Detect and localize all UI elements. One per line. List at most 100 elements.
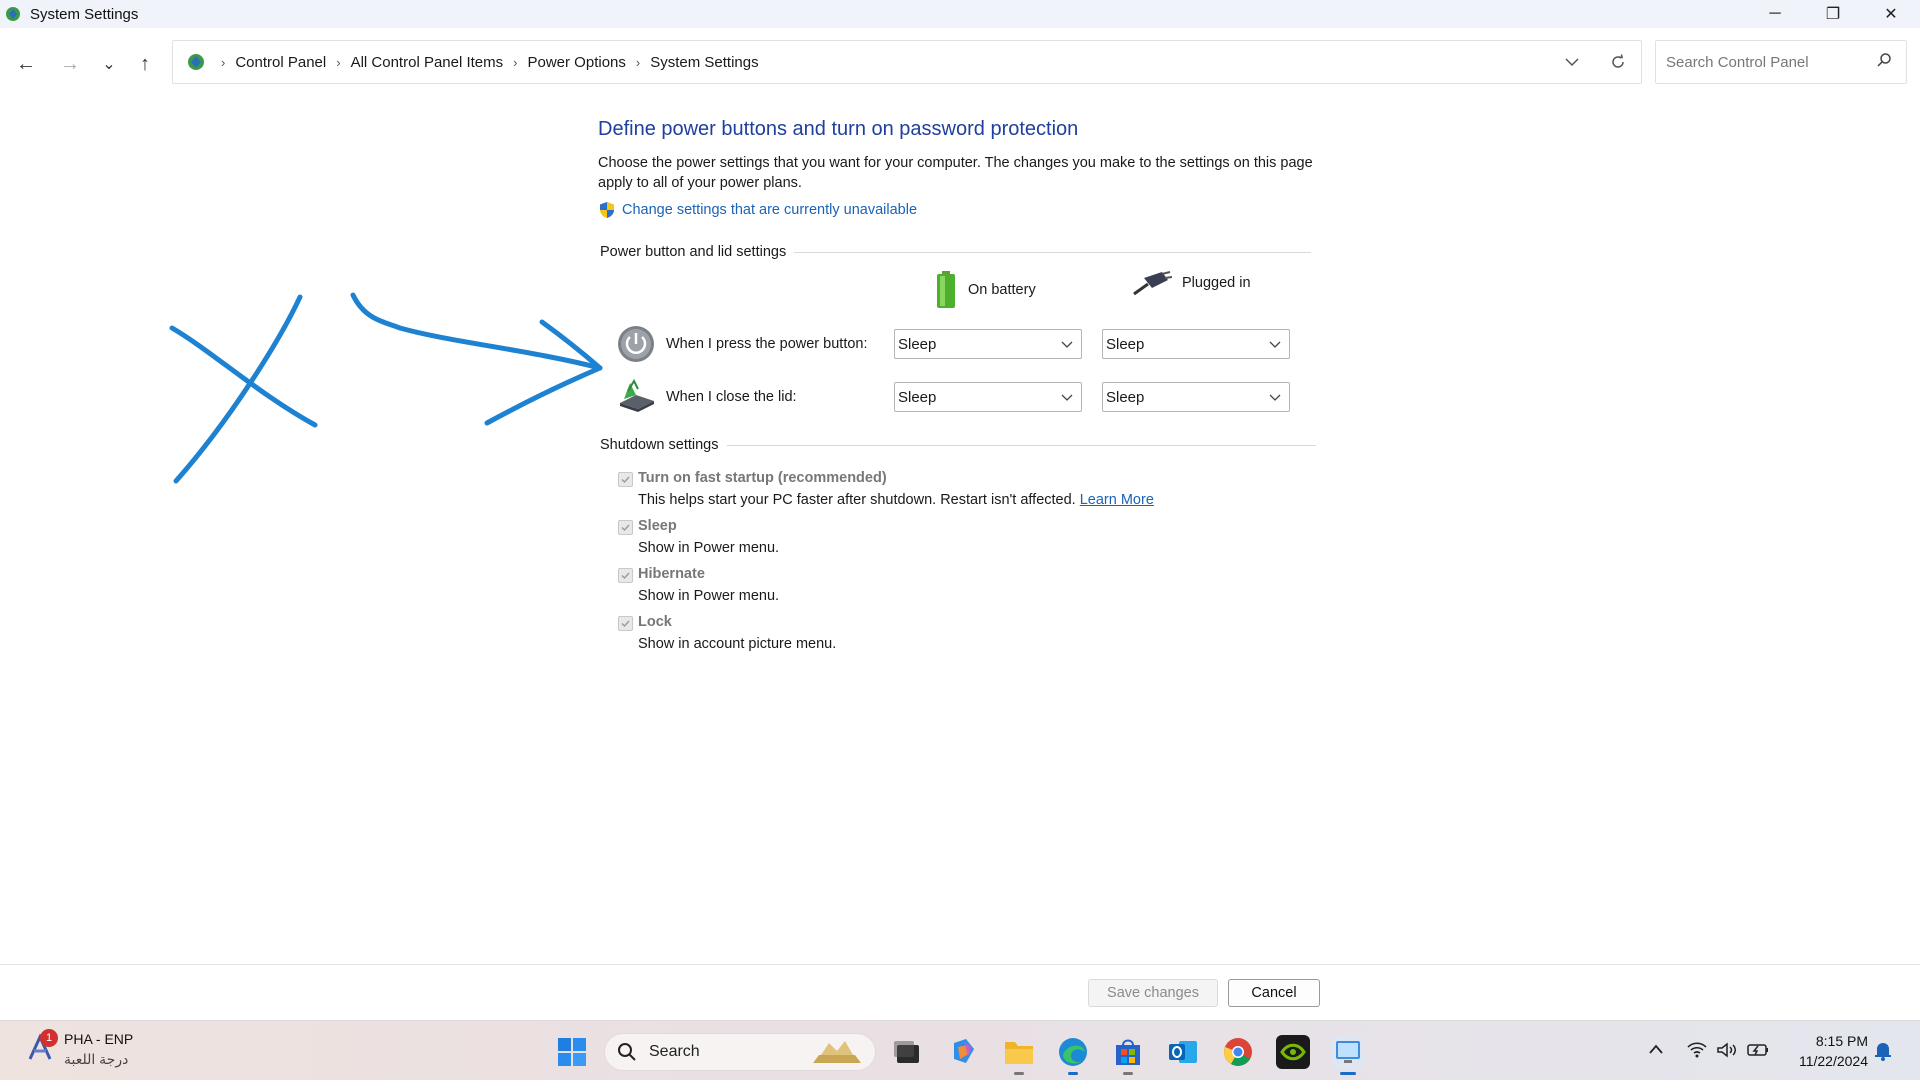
battery-charging-icon[interactable] — [1746, 1041, 1770, 1059]
lock-checkbox[interactable] — [618, 616, 633, 631]
hibernate-checkbox[interactable] — [618, 568, 633, 583]
arrow-shaft — [350, 292, 603, 371]
refresh-button[interactable] — [1595, 41, 1641, 83]
edge-browser-icon — [1059, 1038, 1087, 1066]
power-button-row: When I press the power button: — [616, 324, 896, 364]
lock-desc: Show in account picture menu. — [638, 636, 837, 652]
notification-bell-icon[interactable] — [1874, 1041, 1892, 1061]
breadcrumb-power-options[interactable]: Power Options — [528, 54, 626, 71]
start-button[interactable] — [555, 1035, 589, 1069]
select-value: Sleep — [898, 335, 937, 353]
edge-app[interactable] — [1056, 1035, 1090, 1075]
refresh-icon — [1612, 54, 1624, 68]
window-title: System Settings — [30, 5, 139, 23]
chevron-down-icon — [1061, 341, 1073, 348]
uac-shield-icon — [600, 202, 614, 218]
address-bar[interactable]: › Control Panel › All Control Panel Item… — [172, 40, 1642, 84]
control-panel-app[interactable] — [1331, 1035, 1365, 1075]
navigation-bar: ← → ⌄ ↑ › Control Panel › All Control Pa… — [0, 28, 1920, 94]
shutdown-section-header: Shutdown settings — [600, 437, 1316, 453]
hibernate-title: Hibernate — [638, 566, 705, 582]
col-battery-label: On battery — [968, 282, 1036, 298]
outlook-app[interactable] — [1166, 1035, 1200, 1069]
lid-row: When I close the lid: — [616, 377, 896, 417]
power-section-title: Power button and lid settings — [600, 244, 787, 260]
arrow-head — [484, 319, 603, 426]
lid-plugged-select[interactable]: Sleep — [1102, 382, 1290, 412]
task-view-button[interactable] — [890, 1035, 924, 1069]
show-hidden-icons-icon[interactable] — [1648, 1043, 1664, 1055]
taskbar: 1 PHA - ENP درجة اللعبة Search 8:15 PM 1… — [0, 1020, 1920, 1080]
weather-widget[interactable]: 1 PHA - ENP درجة اللعبة — [26, 1029, 133, 1069]
sleep-title: Sleep — [638, 518, 677, 534]
chevron-down-icon — [1269, 394, 1281, 401]
forward-button[interactable]: → — [52, 46, 88, 82]
save-changes-button[interactable]: Save changes — [1088, 979, 1218, 1007]
laptop-lid-icon — [620, 378, 654, 412]
control-panel-icon — [6, 7, 20, 21]
lid-label: When I close the lid: — [666, 389, 797, 405]
search-box[interactable] — [1655, 40, 1907, 84]
power-button-plugged-select[interactable]: Sleep — [1102, 329, 1290, 359]
clock-date: 11/22/2024 — [1798, 1053, 1868, 1069]
maximize-button[interactable]: ❐ — [1804, 0, 1862, 28]
notification-badge: 1 — [40, 1029, 58, 1047]
copilot-app[interactable] — [946, 1035, 980, 1069]
windows-logo-icon — [558, 1038, 586, 1066]
hibernate-desc: Show in Power menu. — [638, 588, 780, 604]
fast-startup-desc: This helps start your PC faster after sh… — [638, 492, 1154, 508]
chrome-icon — [1224, 1038, 1252, 1066]
x-mark-stroke — [173, 294, 303, 484]
copilot-icon — [954, 1039, 974, 1063]
learn-more-link[interactable]: Learn More — [1080, 492, 1154, 508]
clock-time: 8:15 PM — [1815, 1033, 1868, 1049]
system-clock[interactable]: 8:15 PM 11/22/2024 — [1780, 1031, 1868, 1071]
fast-startup-checkbox[interactable] — [618, 472, 633, 487]
lid-battery-select[interactable]: Sleep — [894, 382, 1082, 412]
fast-startup-title: Turn on fast startup (recommended) — [638, 470, 887, 486]
control-panel-icon — [188, 54, 204, 70]
power-button-icon — [618, 326, 654, 362]
sleep-desc: Show in Power menu. — [638, 540, 780, 556]
breadcrumb-separator: › — [336, 54, 341, 70]
widget-title: PHA - ENP — [64, 1031, 134, 1047]
chrome-app[interactable] — [1221, 1035, 1255, 1069]
back-button[interactable]: ← — [8, 46, 44, 82]
breadcrumb-all-items[interactable]: All Control Panel Items — [351, 54, 504, 71]
breadcrumb-system-settings[interactable]: System Settings — [650, 54, 758, 71]
col-plugged-label: Plugged in — [1182, 275, 1251, 291]
up-button[interactable]: ↑ — [127, 46, 163, 82]
taskbar-search[interactable]: Search — [604, 1033, 876, 1071]
col-header-plugged: Plugged in — [1132, 270, 1251, 296]
cancel-button[interactable]: Cancel — [1228, 979, 1320, 1007]
store-icon — [1116, 1039, 1140, 1065]
search-input[interactable] — [1666, 53, 1866, 71]
breadcrumb-control-panel[interactable]: Control Panel — [235, 54, 326, 71]
footer-divider — [0, 964, 1920, 965]
volume-icon[interactable] — [1716, 1041, 1738, 1059]
section-divider — [794, 251, 1312, 253]
select-value: Sleep — [1106, 388, 1145, 406]
col-header-battery: On battery — [934, 270, 1036, 310]
power-section-header: Power button and lid settings — [600, 244, 1312, 260]
checkmark-icon — [621, 572, 630, 580]
active-indicator — [1340, 1072, 1356, 1075]
close-button[interactable]: ✕ — [1862, 0, 1920, 28]
recent-locations-button[interactable]: ⌄ — [91, 46, 127, 82]
sleep-checkbox[interactable] — [618, 520, 633, 535]
address-history-dropdown[interactable] — [1549, 41, 1595, 83]
nvidia-app[interactable] — [1276, 1035, 1310, 1069]
checkmark-icon — [621, 524, 630, 532]
search-highlight-icon — [813, 1041, 861, 1063]
select-value: Sleep — [898, 388, 937, 406]
change-settings-link[interactable]: Change settings that are currently unava… — [622, 202, 917, 218]
search-icon[interactable] — [1876, 52, 1892, 68]
power-button-label: When I press the power button: — [666, 336, 868, 352]
file-explorer-app[interactable] — [1002, 1035, 1036, 1075]
wifi-icon[interactable] — [1686, 1041, 1708, 1059]
power-button-battery-select[interactable]: Sleep — [894, 329, 1082, 359]
page-description: Choose the power settings that you want … — [598, 155, 1313, 191]
store-app[interactable] — [1111, 1035, 1145, 1075]
minimize-button[interactable]: ─ — [1746, 0, 1804, 28]
running-indicator — [1014, 1072, 1024, 1075]
